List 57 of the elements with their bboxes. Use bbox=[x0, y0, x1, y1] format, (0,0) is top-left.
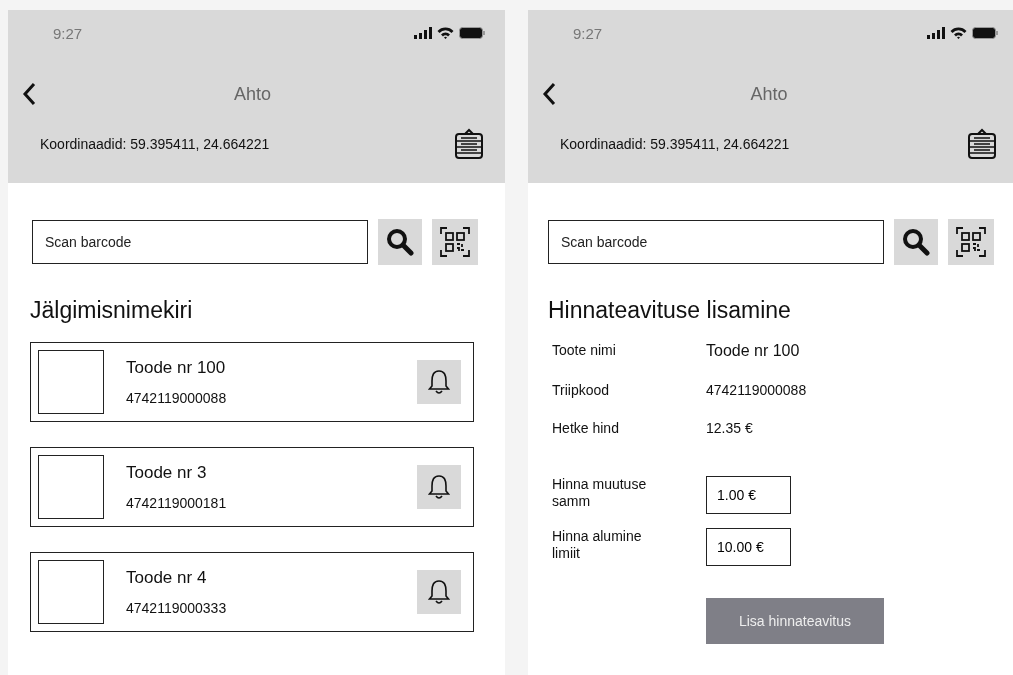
notification-button[interactable] bbox=[417, 465, 461, 509]
clipboard-icon[interactable] bbox=[966, 128, 998, 160]
battery-icon bbox=[972, 27, 998, 39]
field-label: Hinna alumine limiit bbox=[552, 528, 643, 563]
bell-icon bbox=[428, 474, 450, 500]
battery-icon bbox=[459, 27, 485, 39]
status-time: 9:27 bbox=[573, 24, 603, 42]
product-card[interactable]: Toode nr 100 4742119000088 bbox=[30, 342, 474, 422]
search-field[interactable]: Scan barcode bbox=[548, 220, 884, 264]
image-placeholder bbox=[38, 350, 104, 414]
search-field[interactable]: Scan barcode bbox=[32, 220, 368, 264]
detail-value: 12.35 € bbox=[706, 420, 753, 436]
coordinates-text: Koordinaadid: 59.395411, 24.664221 bbox=[40, 136, 270, 152]
signal-icon bbox=[927, 27, 945, 39]
signal-icon bbox=[414, 27, 432, 39]
header-title: Ahto bbox=[233, 83, 272, 105]
product-barcode: 4742119000088 bbox=[126, 390, 228, 406]
qr-code-icon bbox=[439, 226, 471, 258]
header-title: Ahto bbox=[749, 83, 789, 105]
notification-button[interactable] bbox=[417, 570, 461, 614]
notification-button[interactable] bbox=[417, 360, 461, 404]
back-icon[interactable] bbox=[542, 82, 556, 106]
product-card[interactable]: Toode nr 3 4742119000181 bbox=[30, 447, 474, 527]
detail-value: Toode nr 100 bbox=[706, 342, 800, 360]
bell-icon bbox=[428, 579, 450, 605]
product-name: Toode nr 100 bbox=[126, 358, 227, 378]
clipboard-icon[interactable] bbox=[453, 128, 485, 160]
product-name: Toode nr 4 bbox=[126, 568, 208, 588]
search-button[interactable] bbox=[894, 219, 938, 265]
image-placeholder bbox=[38, 560, 104, 624]
wifi-icon bbox=[437, 27, 454, 39]
scan-button[interactable] bbox=[432, 219, 478, 265]
image-placeholder bbox=[38, 455, 104, 519]
detail-label: Hetke hind bbox=[552, 420, 620, 436]
search-button[interactable] bbox=[378, 219, 422, 265]
section-heading: Hinnateavituse lisamine bbox=[548, 297, 792, 324]
detail-value: 4742119000088 bbox=[706, 382, 807, 398]
section-heading: Jälgimisnimekiri bbox=[30, 297, 194, 324]
product-name: Toode nr 3 bbox=[126, 463, 208, 483]
wifi-icon bbox=[950, 27, 967, 39]
detail-label: Triipkood bbox=[552, 382, 611, 398]
search-icon bbox=[386, 228, 414, 256]
coordinates-text: Koordinaadid: 59.395411, 24.664221 bbox=[560, 136, 790, 152]
add-alert-button[interactable]: Lisa hinnateavitus bbox=[706, 598, 884, 644]
input-field[interactable]: 10.00 € bbox=[706, 528, 791, 566]
search-icon bbox=[902, 228, 930, 256]
detail-label: Toote nimi bbox=[552, 342, 617, 358]
input-field[interactable]: 1.00 € bbox=[706, 476, 791, 514]
product-card[interactable]: Toode nr 4 4742119000333 bbox=[30, 552, 474, 632]
back-icon[interactable] bbox=[22, 82, 36, 106]
status-time: 9:27 bbox=[53, 24, 83, 42]
qr-code-icon bbox=[955, 226, 987, 258]
bell-icon bbox=[428, 369, 450, 395]
product-barcode: 4742119000181 bbox=[126, 495, 228, 511]
field-label: Hinna muutuse samm bbox=[552, 476, 648, 511]
scan-button[interactable] bbox=[948, 219, 994, 265]
product-barcode: 4742119000333 bbox=[126, 600, 228, 616]
